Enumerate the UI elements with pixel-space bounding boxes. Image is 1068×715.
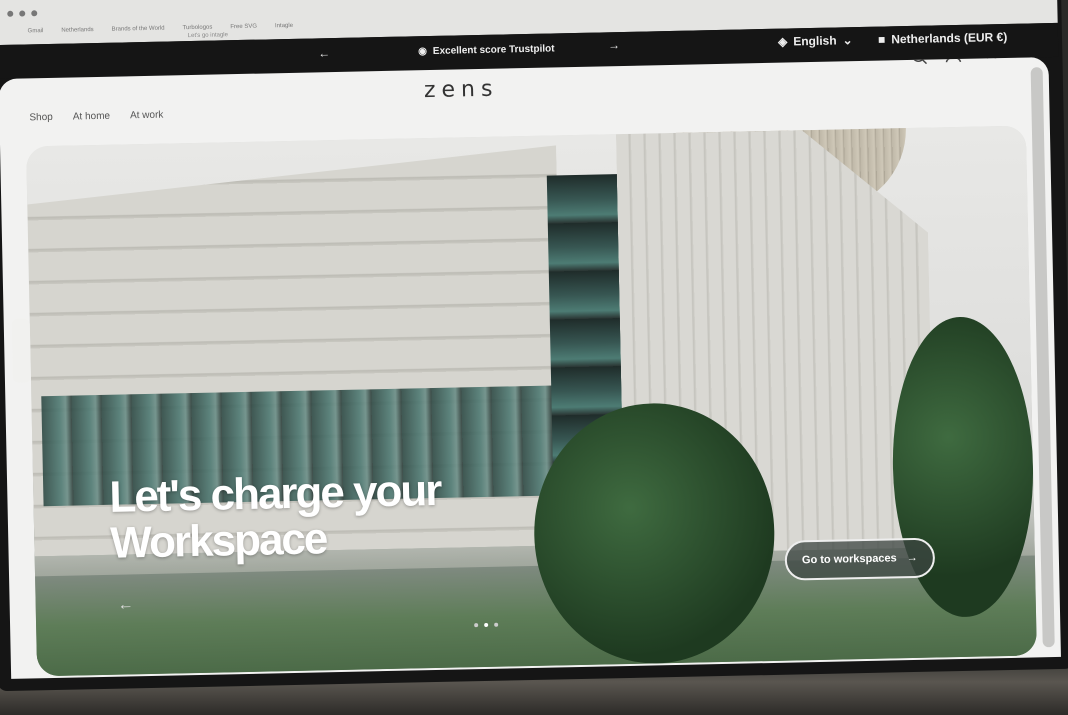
slide-dots (474, 622, 499, 628)
nav-item-shop[interactable]: Shop (29, 112, 53, 123)
bookmark-item[interactable]: Intagle (275, 23, 293, 29)
arrow-right-icon: → (906, 551, 918, 565)
globe-icon: ◈ (777, 34, 788, 49)
bookmark-item[interactable]: Turbologos (182, 25, 212, 32)
maximize-window-icon[interactable] (31, 10, 38, 17)
slide-dot[interactable] (474, 623, 479, 628)
country-label: Netherlands (EUR €) (891, 29, 1008, 47)
close-window-icon[interactable] (7, 10, 14, 17)
monitor-frame: Gmail Netherlands Brands of the World Tu… (0, 0, 1068, 692)
main-nav: Shop At home At work (29, 110, 163, 124)
bookmark-item[interactable]: Brands of the World (112, 26, 165, 33)
nav-item-at-home[interactable]: At home (73, 111, 110, 123)
window-controls[interactable] (7, 10, 38, 17)
trustpilot-icon: ◉ (418, 46, 427, 58)
flag-icon: ■ (877, 32, 886, 47)
arrow-left-icon[interactable]: ← (318, 46, 330, 60)
go-to-workspaces-button[interactable]: Go to workspaces → (784, 537, 936, 581)
minimize-window-icon[interactable] (19, 10, 26, 17)
hero-title-line: Workspace (109, 514, 327, 568)
language-selector[interactable]: ◈ English ⌄ (778, 33, 853, 49)
site-logo[interactable]: zens (424, 77, 499, 104)
promo-message: ◉ Excellent score Trustpilot (418, 43, 555, 57)
bookmark-item[interactable]: Gmail (28, 28, 44, 34)
tab-hint[interactable]: Let's go intagle (188, 32, 228, 39)
hero-title: Let's charge your Workspace (108, 465, 442, 568)
language-label: English (793, 33, 837, 49)
cart-icon[interactable] (980, 57, 1000, 60)
bookmarks-bar: Gmail Netherlands Brands of the World Tu… (28, 23, 294, 35)
chevron-down-icon: ⌄ (842, 33, 853, 48)
country-selector[interactable]: ■ Netherlands (EUR €) (878, 30, 1008, 47)
website-page: zens Shop At home At work 1 (0, 57, 1061, 679)
bookmark-item[interactable]: Free SVG (230, 24, 257, 31)
bookmark-item[interactable]: Netherlands (61, 27, 93, 34)
nav-item-at-work[interactable]: At work (130, 110, 164, 122)
hero-banner: Let's charge your Workspace Go to worksp… (26, 125, 1037, 677)
arrow-right-icon[interactable]: → (608, 38, 620, 52)
slide-dot-active[interactable] (484, 622, 489, 628)
slide-dot[interactable] (494, 622, 499, 627)
hero-title-line: Let's charge your (108, 465, 441, 522)
slide-prev-arrow-icon[interactable]: ← (117, 596, 133, 614)
cta-label: Go to workspaces (801, 552, 897, 567)
side-tab[interactable] (11, 318, 31, 383)
promo-text: Excellent score Trustpilot (432, 43, 555, 57)
